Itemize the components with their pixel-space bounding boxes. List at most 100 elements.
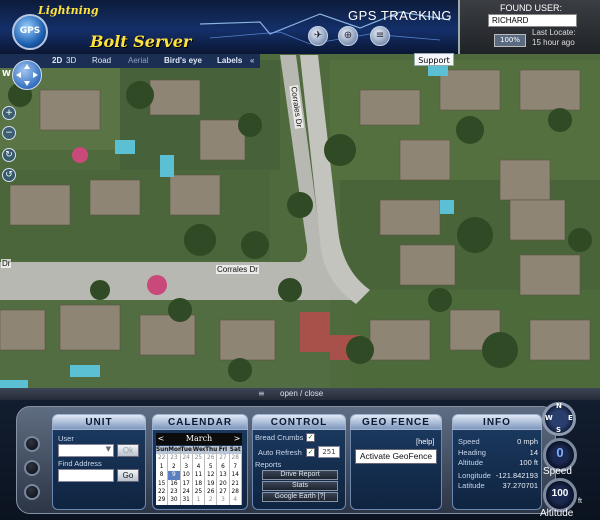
calendar-day[interactable]: 7 [229,462,242,472]
refresh-interval-input[interactable]: 251 [318,446,340,458]
pan-arrows-icon [16,64,38,86]
info-key: Longitude [458,471,491,480]
calendar-day[interactable]: 29 [156,496,169,505]
calendar-day[interactable]: 1 [192,496,206,505]
calendar-day[interactable]: 27 [217,454,230,463]
stats-button[interactable]: Stats [262,481,338,491]
weekday-label: Sun [156,446,169,455]
calendar-day[interactable]: 13 [217,471,230,480]
rotate-right-icon[interactable]: ↻ [2,148,16,162]
go-button[interactable]: Go [117,469,139,482]
zoom-in-icon[interactable]: + [2,106,16,120]
calendar-day[interactable]: 3 [180,462,193,472]
calendar-day[interactable]: 31 [180,496,193,505]
zoom-out-icon[interactable]: − [2,126,16,140]
calendar-day[interactable]: 24 [180,454,193,463]
calendar-day[interactable]: 3 [217,496,230,505]
calendar-day[interactable]: 15 [156,479,169,488]
panel-toggle-bar[interactable]: ≡ open / close [0,388,600,400]
bread-crumbs-label: Bread Crumbs [255,433,304,442]
menu-icon[interactable]: ≡ [370,26,390,46]
activate-geofence-button[interactable]: Activate GeoFence [355,449,437,464]
calendar-week: 29 30 31 1 2 3 4 [156,496,242,505]
calendar-day[interactable]: 2 [168,462,181,472]
calendar-day[interactable]: 1 [156,462,169,472]
calendar-day[interactable]: 26 [205,487,218,497]
tab-labels[interactable]: Labels [217,54,242,68]
calendar-day[interactable]: 14 [229,471,242,480]
collapse-tabs-button[interactable]: « [250,54,254,68]
calendar-day[interactable]: 4 [192,462,206,472]
compass-east: E [568,414,573,422]
calendar-day[interactable]: 28 [229,454,242,463]
calendar-day[interactable]: 19 [205,479,218,488]
gps-target-icon[interactable]: ⊕ [338,26,358,46]
brand: GPS Lightning Bolt Server [6,2,206,52]
tab-2d[interactable]: 2D [52,54,62,68]
prev-month-button[interactable]: < [157,433,165,445]
bread-crumbs-checkbox[interactable]: ✓ [306,433,315,442]
calendar-day[interactable]: 26 [205,454,218,463]
ok-button[interactable]: Ok [117,444,139,457]
user-select[interactable]: ▼ [58,444,114,457]
info-value: 37.270701 [502,481,538,490]
reports-label: Reports [255,460,282,469]
altitude-label: Altitude [540,508,574,519]
calendar-week: 22 23 24 25 26 27 28 [156,454,242,463]
calendar-day[interactable]: 12 [205,471,218,480]
found-user-field[interactable]: RICHARD [488,14,577,27]
calendar-weekdays: Sun Mon Tue Wed Thu Fri Sat [156,446,242,455]
google-earth-button[interactable]: Google Earth [?] [262,492,338,502]
info-row-longitude: Longitude -121.842193 [458,471,538,481]
calendar-day[interactable]: 23 [168,454,181,463]
geofence-title: GEO FENCE [350,414,442,430]
pan-control[interactable] [12,60,42,90]
calendar-day[interactable]: 24 [180,487,193,497]
calendar-day[interactable]: 20 [217,479,230,488]
calendar-day[interactable]: 11 [192,471,206,480]
calendar-day[interactable]: 23 [168,487,181,497]
auto-refresh-checkbox[interactable]: ✓ [306,448,315,457]
calendar-day[interactable]: 22 [156,487,169,497]
calendar-day[interactable]: 30 [168,496,181,505]
tab-road[interactable]: Road [92,54,111,68]
calendar-day[interactable]: 4 [229,496,242,505]
calendar-day[interactable]: 16 [168,479,181,488]
rotate-left-icon[interactable]: ↺ [2,168,16,182]
weekday-label: Wed [192,446,208,455]
google-earth-label: Google Earth [274,493,316,500]
tab-3d[interactable]: 3D [66,54,76,68]
compass-west: W [545,414,553,422]
info-key: Speed [458,437,480,446]
calendar-day[interactable]: 10 [180,471,193,480]
calendar-day[interactable]: 28 [229,487,242,497]
calendar-day[interactable]: 18 [192,479,206,488]
unit-title: UNIT [52,414,146,430]
info-value: 14 [529,448,538,457]
calendar-day[interactable]: 25 [192,487,206,497]
address-input[interactable] [58,469,114,482]
info-row-heading: Heading 14 [458,448,538,458]
satellite-icon[interactable]: ✈ [308,26,328,46]
geofence-help-link[interactable]: [help] [416,437,434,446]
road-label: Corrales Dr [216,265,259,274]
calendar-day[interactable]: 27 [217,487,230,497]
info-key: Heading [458,448,486,457]
calendar-day[interactable]: 25 [192,454,206,463]
calendar-day[interactable]: 17 [180,479,193,488]
calendar-day[interactable]: 6 [217,462,230,472]
next-month-button[interactable]: > [233,433,241,445]
tab-birds-eye[interactable]: Bird's eye [164,54,202,68]
control-title: CONTROL [252,414,346,430]
calendar-day[interactable]: 22 [156,454,169,463]
calendar-day-selected[interactable]: 9 [168,471,181,480]
calendar-week: 22 23 24 25 26 27 28 [156,487,242,497]
calendar-day[interactable]: 21 [229,479,242,488]
support-button[interactable]: Support [414,53,454,66]
info-key: Latitude [458,481,485,490]
tab-aerial[interactable]: Aerial [128,54,148,68]
calendar-day[interactable]: 5 [205,462,218,472]
drive-report-button[interactable]: Drive Report [262,470,338,480]
calendar-day[interactable]: 2 [205,496,218,505]
calendar-day[interactable]: 8 [156,471,169,480]
